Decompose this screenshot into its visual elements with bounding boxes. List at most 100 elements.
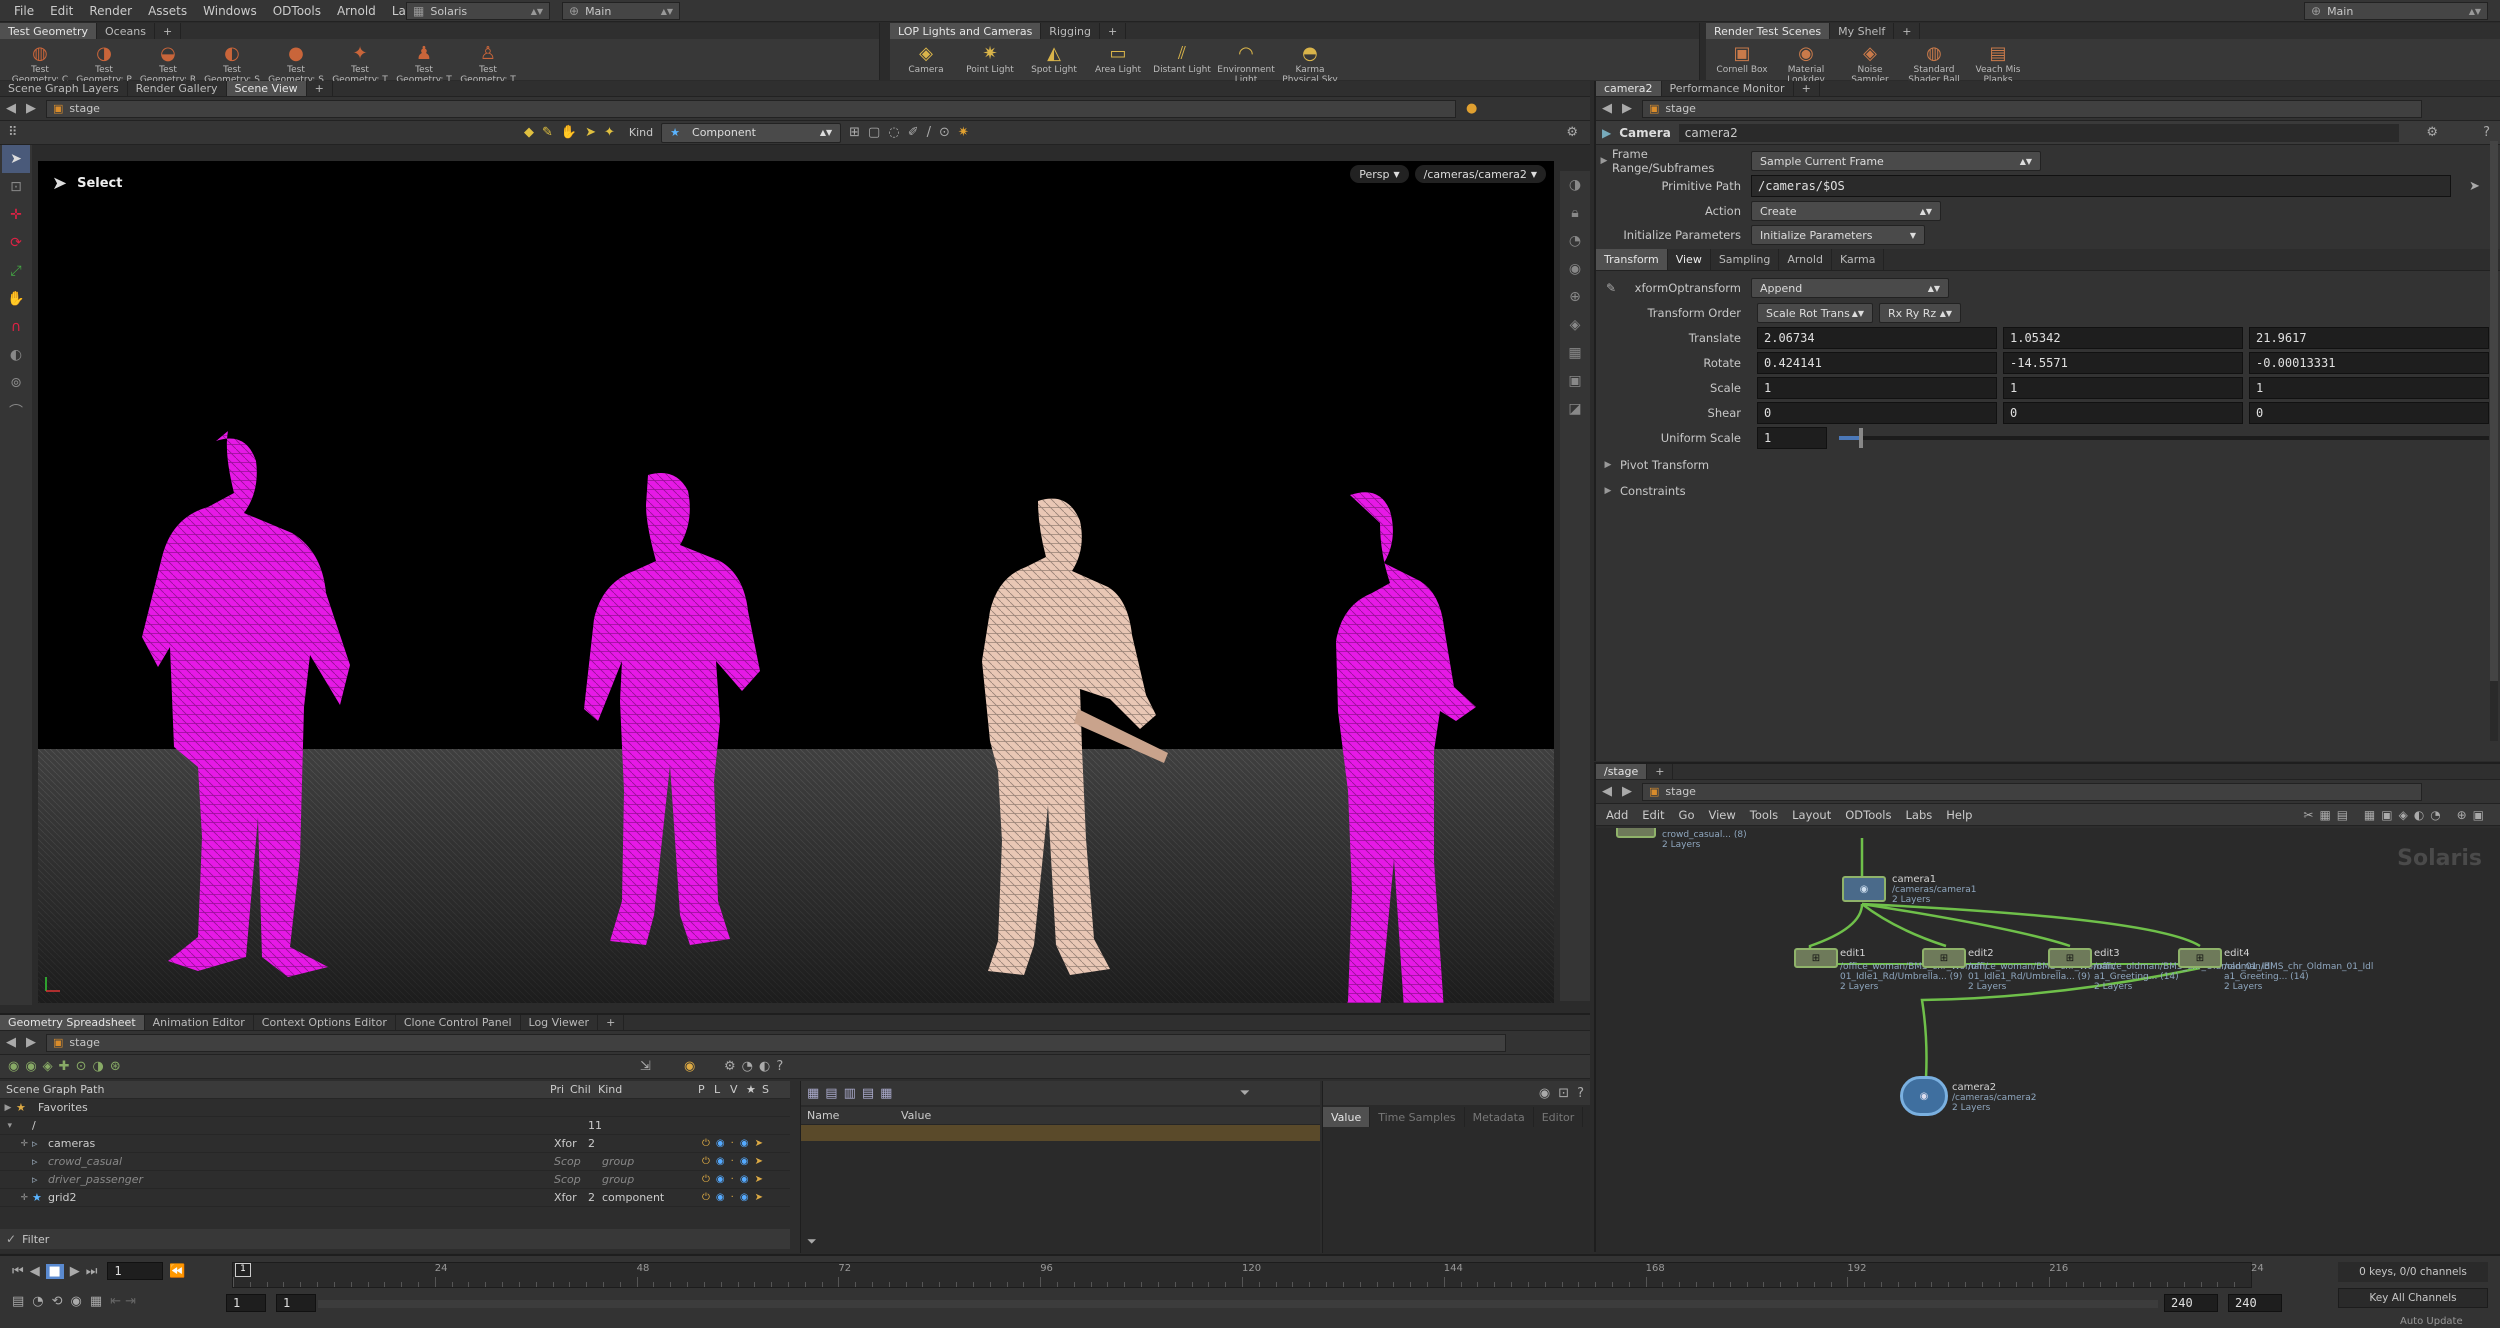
- back-arrow-icon[interactable]: ◀: [6, 1035, 16, 1050]
- render-icon[interactable]: ◪: [1561, 395, 1589, 423]
- ghost-icon[interactable]: ◈: [1561, 311, 1589, 339]
- gear-icon[interactable]: ⚙: [1566, 125, 1578, 140]
- prim-mode-icon[interactable]: ➤: [585, 125, 596, 140]
- favorites-row[interactable]: ▶ ★ Favorites: [0, 1099, 790, 1117]
- menu-odtools[interactable]: ODTools: [265, 4, 329, 18]
- tab-geometry-spreadsheet[interactable]: Geometry Spreadsheet: [0, 1015, 145, 1030]
- viewport[interactable]: ➤ Select Persp ▼ /cameras/camera2 ▼: [38, 161, 1554, 1003]
- tab-scene-graph-layers[interactable]: Scene Graph Layers: [0, 81, 128, 96]
- col-name[interactable]: Name: [801, 1109, 901, 1122]
- filter-icon[interactable]: ⏷: [1240, 1086, 1250, 1101]
- edit4-node[interactable]: ⊞: [2178, 948, 2222, 968]
- display-options-icon[interactable]: ◑: [1561, 171, 1589, 199]
- network-menu-odtools[interactable]: ODTools: [1845, 808, 1891, 822]
- playhead[interactable]: 1: [235, 1263, 251, 1277]
- tab-metadata[interactable]: Metadata: [1465, 1107, 1534, 1127]
- network-menu-layout[interactable]: Layout: [1792, 808, 1831, 822]
- tab-camera2[interactable]: camera2: [1596, 81, 1662, 96]
- scale-tool-icon[interactable]: ⤢: [2, 257, 30, 285]
- camera2-node[interactable]: ◉: [1900, 1076, 1948, 1116]
- collapse-arrow-icon[interactable]: ▶: [1596, 486, 1620, 496]
- play-icon[interactable]: ▶: [70, 1264, 80, 1279]
- gear-icon[interactable]: ⚙: [2426, 125, 2438, 140]
- menu-arnold[interactable]: Arnold: [329, 4, 384, 18]
- col-scene-graph-path[interactable]: Scene Graph Path: [0, 1083, 550, 1096]
- tab-time-samples[interactable]: Time Samples: [1370, 1107, 1465, 1127]
- magnet-tool-icon[interactable]: ∩: [2, 313, 30, 341]
- network-path-field[interactable]: ▣ stage: [1642, 782, 2422, 801]
- light-mode-icon[interactable]: ✎: [542, 125, 553, 140]
- rotate-tool-icon[interactable]: ⟳: [2, 229, 30, 257]
- edit1-node[interactable]: ⊞: [1794, 948, 1838, 968]
- spreadsheet-path-field[interactable]: ▣ stage: [46, 1033, 1506, 1052]
- col-v[interactable]: V: [730, 1083, 746, 1096]
- stop-icon[interactable]: ■: [45, 1263, 64, 1279]
- range-end-field[interactable]: 240: [2164, 1294, 2218, 1312]
- step-icons[interactable]: ⇤⇥: [110, 1294, 140, 1309]
- grid-icon[interactable]: ▦: [1561, 339, 1589, 367]
- shelf-tab-render-test-scenes[interactable]: Render Test Scenes: [1706, 23, 1831, 39]
- timeline-ruler[interactable]: 24 48 72 96 120 144 168 192 216 24 1: [232, 1262, 2264, 1288]
- network-menu-view[interactable]: View: [1709, 808, 1736, 822]
- collapse-arrow-icon[interactable]: ▶: [1596, 156, 1612, 166]
- filter-icon[interactable]: ⏷: [807, 1234, 817, 1249]
- prim-flags-icons[interactable]: ⏻◉·◉➤: [702, 1138, 769, 1149]
- crowd-casual-node[interactable]: [1616, 828, 1656, 838]
- camera-filter-icon[interactable]: ◉: [684, 1059, 695, 1074]
- view-tool-icon[interactable]: ⊚: [2, 369, 30, 397]
- add-pane-tab-icon[interactable]: +: [598, 1015, 625, 1030]
- context-selector[interactable]: ⊕ Main ▲▼: [562, 2, 680, 20]
- network-path-field[interactable]: ▣ stage: [46, 99, 1456, 118]
- lock-icon[interactable]: 🔒︎: [1561, 199, 1589, 227]
- realtime-icon[interactable]: ▤: [12, 1294, 24, 1309]
- network-menu-labs[interactable]: Labs: [1905, 808, 1932, 822]
- select-tool-icon[interactable]: ➤: [2, 145, 30, 173]
- grip-icon[interactable]: ⠿: [8, 125, 18, 140]
- tree-row[interactable]: ▹ driver_passenger Scop group ⏻◉·◉➤: [0, 1171, 790, 1189]
- spreadsheet-options-icon[interactable]: ⚙◔◐?: [724, 1059, 789, 1074]
- tab-sampling[interactable]: Sampling: [1711, 249, 1780, 270]
- key-prev-icon[interactable]: ⏪: [169, 1264, 185, 1279]
- tab-clone-control-panel[interactable]: Clone Control Panel: [396, 1015, 521, 1030]
- tab-arnold[interactable]: Arnold: [1779, 249, 1832, 270]
- tab-log-viewer[interactable]: Log Viewer: [521, 1015, 599, 1030]
- primitive-path-field[interactable]: /cameras/$OS: [1751, 175, 2451, 197]
- pose-tool-icon[interactable]: ✋: [2, 285, 30, 313]
- lock-icon[interactable]: ⊡: [1558, 1086, 1569, 1101]
- col-s[interactable]: S: [762, 1083, 778, 1096]
- menu-windows[interactable]: Windows: [195, 4, 265, 18]
- shelf-tab-rigging[interactable]: Rigging: [1041, 23, 1100, 39]
- param-path-field[interactable]: ▣ stage: [1642, 99, 2422, 118]
- uniform-scale-field[interactable]: 1: [1757, 426, 1827, 449]
- expand-icon[interactable]: ✛: [0, 1139, 32, 1149]
- range-slider[interactable]: [318, 1300, 2158, 1308]
- lighting-icon[interactable]: ◔: [1561, 227, 1589, 255]
- wire-icon[interactable]: ⊕: [1561, 283, 1589, 311]
- model-mode-icon[interactable]: ✋: [561, 125, 577, 140]
- menu-edit[interactable]: Edit: [42, 4, 81, 18]
- network-canvas[interactable]: Solaris crowd_casual... (8) 2 Layers ◉ c…: [1596, 828, 2500, 1254]
- rotate-y-field[interactable]: -14.5571: [2003, 351, 2243, 374]
- tab-scene-view[interactable]: Scene View: [226, 81, 307, 96]
- tree-row[interactable]: ✛ ★ grid2 Xfor 2 component ⏻◉·◉➤: [0, 1189, 790, 1207]
- network-menu-go[interactable]: Go: [1679, 808, 1695, 822]
- col-kind[interactable]: Kind: [598, 1083, 698, 1096]
- menu-assets[interactable]: Assets: [140, 4, 195, 18]
- forward-arrow-icon[interactable]: ▶: [1622, 784, 1632, 799]
- attr-view-icons[interactable]: ▦▤▥▤▦: [807, 1086, 898, 1101]
- expand-icon[interactable]: ✛: [0, 1193, 32, 1203]
- shelf-tab-my-shelf[interactable]: My Shelf: [1830, 23, 1895, 39]
- box-select-icon[interactable]: ▢: [868, 125, 880, 140]
- tab-view[interactable]: View: [1668, 249, 1711, 270]
- node-name-field[interactable]: camera2: [1678, 123, 2399, 142]
- brush-icon[interactable]: ✐: [908, 125, 919, 140]
- scale-y-field[interactable]: 1: [2003, 376, 2243, 399]
- tab-value[interactable]: Value: [1323, 1107, 1371, 1127]
- tab-render-gallery[interactable]: Render Gallery: [128, 81, 227, 96]
- col-star[interactable]: ★: [746, 1083, 762, 1096]
- audio-icon[interactable]: ◔: [32, 1294, 43, 1309]
- jump-start-icon[interactable]: ⏮: [12, 1264, 24, 1279]
- tree-row[interactable]: ✛ ▹ cameras Xfor 2 ⏻◉·◉➤: [0, 1135, 790, 1153]
- menu-file[interactable]: File: [6, 4, 42, 18]
- scroll-thumb[interactable]: [2490, 141, 2498, 681]
